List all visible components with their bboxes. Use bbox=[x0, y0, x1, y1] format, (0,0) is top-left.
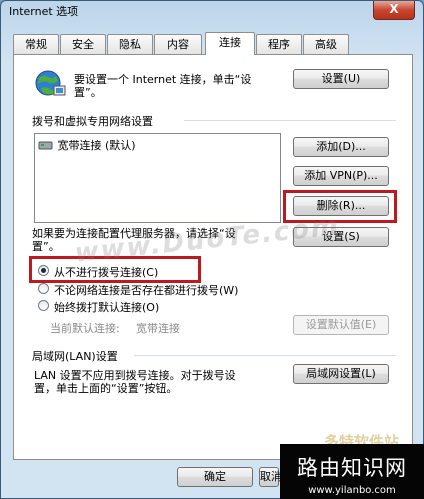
brand-name: 路由知识网 bbox=[297, 456, 407, 480]
lan-section-title: 局域网(LAN)设置 bbox=[32, 350, 118, 363]
set-default-button[interactable]: 设置默认值(E) bbox=[293, 315, 389, 335]
radio-dial-whenever-label: 不论网络连接是否存在都进行拨号(W) bbox=[54, 284, 239, 297]
tab-connections[interactable]: 连接 bbox=[205, 32, 255, 55]
add-vpn-button[interactable]: 添加 VPN(P)... bbox=[293, 166, 389, 186]
lan-note-line2: 置，单击上面的“设置”按钮。 bbox=[34, 382, 178, 395]
tab-programs[interactable]: 程序 bbox=[256, 34, 302, 54]
section-divider bbox=[184, 120, 396, 121]
add-connection-button[interactable]: 添加(D)... bbox=[293, 137, 389, 157]
list-item[interactable]: 宽带连接 (默认) bbox=[38, 137, 136, 153]
current-default-value: 宽带连接 bbox=[136, 322, 180, 335]
brand-overlay: 路由知识网 www.yilanbo.com bbox=[280, 444, 424, 499]
internet-options-dialog: Internet 选项 X 常规 安全 隐私 内容 连接 程序 高级 要设置一个… bbox=[0, 0, 424, 499]
radio-always-dial-default[interactable] bbox=[38, 300, 49, 311]
ok-button[interactable]: 确定 bbox=[177, 467, 253, 487]
window-title: Internet 选项 bbox=[9, 5, 79, 18]
radio-always-dial-label: 始终拨打默认连接(O) bbox=[54, 301, 160, 314]
setup-button[interactable]: 设置(U) bbox=[293, 69, 389, 89]
close-button[interactable]: X bbox=[373, 1, 415, 20]
current-default-label: 当前默认连接: bbox=[50, 322, 120, 335]
connection-label: 宽带连接 (默认) bbox=[57, 139, 136, 152]
setup-description-line2: 置”。 bbox=[74, 86, 102, 99]
lan-settings-button[interactable]: 局域网设置(L) bbox=[293, 364, 389, 384]
proxy-note-line2: 置”。 bbox=[32, 240, 60, 253]
connections-panel: 要设置一个 Internet 连接，单击“设 置”。 设置(U) 拨号和虚拟专用… bbox=[13, 54, 413, 460]
tab-privacy[interactable]: 隐私 bbox=[107, 34, 153, 54]
title-bar: Internet 选项 X bbox=[1, 1, 423, 29]
tab-advanced[interactable]: 高级 bbox=[303, 34, 349, 54]
radio-dial-always-when-no-network[interactable] bbox=[38, 283, 49, 294]
modem-icon bbox=[38, 141, 53, 150]
dialup-section-title: 拨号和虚拟专用网络设置 bbox=[32, 115, 153, 128]
connections-list[interactable]: 宽带连接 (默认) bbox=[34, 133, 281, 223]
globe-network-icon bbox=[35, 70, 66, 96]
cancel-button[interactable]: 取消 bbox=[259, 467, 282, 487]
brand-url: www.yilanbo.com bbox=[308, 485, 396, 496]
tab-content[interactable]: 内容 bbox=[154, 34, 202, 54]
tab-general[interactable]: 常规 bbox=[13, 34, 59, 54]
tab-security[interactable]: 安全 bbox=[60, 34, 106, 54]
section-divider bbox=[134, 355, 396, 356]
